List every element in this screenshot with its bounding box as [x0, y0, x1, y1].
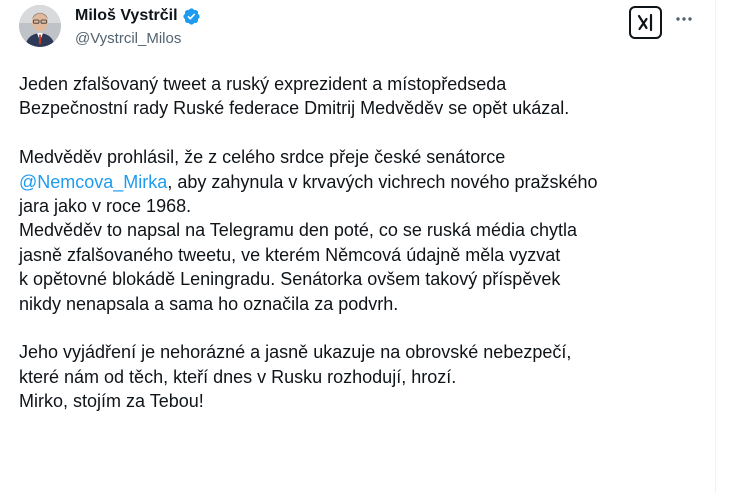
tweet-line: Mirko, stojím za Tebou!: [19, 391, 204, 412]
avatar[interactable]: [19, 5, 61, 47]
tweet-text: Jeden zfalšovaný tweet a ruský exprezide…: [19, 72, 699, 414]
mention-link[interactable]: @Nemcova_Mirka: [19, 172, 167, 192]
tweet-line: jasně zfalšovaného tweetu, ve kterém Něm…: [19, 244, 561, 265]
tweet-line: Medvěděv to napsal na Telegramu den poté…: [19, 220, 577, 241]
tweet-line: Jeden zfalšovaný tweet a ruský exprezide…: [19, 74, 507, 94]
author-name[interactable]: Miloš Vystrčil: [75, 7, 178, 25]
more-icon: [676, 17, 692, 21]
tweet: Miloš Vystrčil @Vystrcil_Milos Jeden zfa…: [0, 0, 716, 493]
tweet-line: Jeho vyjádření je nehorázné a jasně ukaz…: [19, 342, 572, 363]
author-handle[interactable]: @Vystrcil_Milos: [75, 30, 181, 47]
tweet-line-text: , aby zahynula v krvavých vichrech novéh…: [167, 171, 598, 192]
tweet-line: Medvěděv prohlásil, že z celého srdce př…: [19, 147, 506, 168]
tweet-line: @Nemcova_Mirka, aby zahynula v krvavých …: [19, 170, 699, 194]
tweet-line: které nám od těch, kteří dnes v Rusku ro…: [19, 366, 457, 387]
tweet-line: jara jako v roce 1968.: [19, 196, 192, 217]
tweet-line: k opětovné blokádě Leningradu. Senátorka…: [19, 269, 561, 290]
more-options-button[interactable]: [673, 8, 695, 30]
verified-badge-icon: [182, 7, 201, 26]
avatar-photo-icon: [19, 5, 61, 47]
author-name-row: Miloš Vystrčil: [75, 5, 201, 27]
tweet-line: nikdy nenapsala a sama ho označila za po…: [19, 293, 399, 314]
grok-icon: [637, 13, 652, 31]
grok-button[interactable]: [629, 6, 662, 39]
tweet-line: Bezpečnostní rady Ruské federace Dmitrij…: [19, 98, 570, 119]
